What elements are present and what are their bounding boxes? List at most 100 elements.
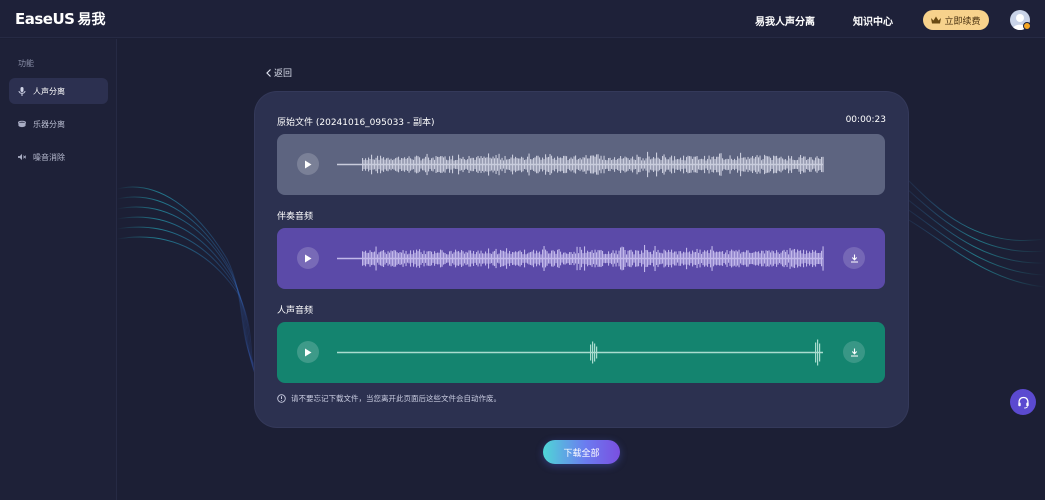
nav-link-vocal-separation[interactable]: 易我人声分离 — [755, 13, 815, 28]
waveform-bar — [681, 253, 683, 264]
waveform-bar — [549, 253, 551, 264]
waveform-bar — [623, 247, 625, 270]
waveform-bar — [543, 246, 545, 271]
waveform-bar — [737, 251, 739, 266]
waveform-bar — [575, 253, 577, 264]
waveform-bar — [768, 156, 770, 173]
waveform-bar — [767, 156, 769, 173]
waveform-bar — [809, 251, 811, 266]
waveform-bar — [795, 252, 797, 265]
waveform-bar — [587, 250, 589, 267]
waveform-bar — [507, 253, 509, 264]
waveform-bar — [495, 155, 497, 174]
waveform-bar — [786, 249, 788, 268]
waveform-bar — [734, 251, 736, 266]
waveform-bar — [627, 250, 629, 267]
waveform-bar — [479, 253, 481, 264]
waveform-bar — [740, 253, 742, 264]
waveform-bar — [771, 160, 773, 169]
waveform-bar — [531, 251, 533, 266]
waveform-bar — [588, 252, 590, 265]
vocals-download-button[interactable] — [843, 341, 865, 363]
logo[interactable]: EaseUS 易我 — [15, 10, 105, 28]
waveform-bar — [638, 156, 640, 173]
waveform-bar — [683, 251, 685, 266]
customer-support-button[interactable] — [1010, 389, 1036, 415]
waveform-bar — [756, 155, 758, 174]
waveform-bar — [807, 159, 809, 170]
accompaniment-download-button[interactable] — [843, 247, 865, 269]
waveform-bar — [548, 156, 550, 173]
waveform-bar — [399, 251, 401, 266]
waveform-bar — [555, 253, 557, 264]
waveform-bar — [455, 249, 457, 268]
waveform-bar — [758, 251, 760, 266]
waveform-bar — [368, 252, 370, 265]
waveform-bar — [597, 250, 599, 267]
waveform-bar — [713, 156, 715, 173]
waveform-bar — [603, 254, 605, 263]
play-icon — [305, 254, 312, 262]
waveform-bar — [612, 250, 614, 267]
waveform-bar — [501, 250, 503, 267]
vocals-waveform[interactable] — [337, 332, 825, 373]
waveform-bar — [633, 254, 635, 263]
waveform-bar — [632, 251, 634, 266]
waveform-bar — [752, 252, 754, 265]
waveform-bar — [411, 159, 413, 170]
waveform-bar — [728, 254, 730, 263]
waveform-bar — [620, 156, 622, 173]
waveform-bar — [438, 252, 440, 265]
waveform-bar — [468, 250, 470, 267]
waveform-bar — [387, 157, 389, 172]
sidebar-item-noise-removal[interactable]: 噪音消除 — [9, 144, 108, 170]
download-all-button[interactable]: 下载全部 — [543, 440, 620, 464]
waveform-bar — [485, 157, 487, 172]
waveform-bar — [513, 158, 515, 171]
waveform-bar — [659, 252, 661, 265]
waveform-bar — [770, 252, 772, 265]
waveform-bar — [492, 156, 494, 173]
waveform-bar — [774, 253, 776, 264]
waveform-bar — [567, 160, 569, 169]
renew-vip-button[interactable]: 立即续费 — [923, 10, 989, 30]
waveform-bar — [785, 251, 787, 266]
waveform-bar — [446, 254, 448, 263]
accompaniment-play-button[interactable] — [297, 247, 319, 269]
waveform-bar — [822, 156, 824, 173]
waveform-bar — [410, 158, 412, 171]
waveform-bar — [680, 157, 682, 172]
vocals-play-button[interactable] — [297, 341, 319, 363]
sidebar-item-instrument-separation[interactable]: 乐器分离 — [9, 111, 108, 137]
waveform-bar — [377, 155, 379, 174]
waveform-bar — [677, 159, 679, 170]
chevron-left-icon — [266, 68, 271, 77]
original-waveform[interactable] — [337, 144, 825, 185]
waveform-bar — [690, 253, 692, 264]
waveform-bar — [554, 157, 556, 172]
sidebar-heading: 功能 — [18, 59, 34, 68]
waveform-bar — [464, 253, 466, 264]
waveform-bar — [798, 157, 800, 172]
waveform-bar — [369, 250, 371, 267]
waveform-bar — [815, 342, 817, 363]
notice-text: 请不要忘记下载文件，当您离开此页面后这些文件会自动作废。 — [291, 394, 501, 403]
back-link[interactable]: 返回 — [266, 66, 292, 79]
download-icon — [850, 254, 858, 263]
waveform-bar — [606, 160, 608, 169]
sidebar-item-vocal-separation[interactable]: 人声分离 — [9, 78, 108, 104]
waveform-bar — [783, 159, 785, 170]
waveform-bar — [701, 253, 703, 264]
waveform-bar — [693, 156, 695, 173]
waveform-bar — [803, 249, 805, 268]
waveform-bar — [398, 156, 400, 173]
original-play-button[interactable] — [297, 153, 319, 175]
waveform-bar — [423, 158, 425, 171]
waveform-bar — [441, 156, 443, 173]
waveform-bar — [720, 251, 722, 266]
waveform-bar — [470, 250, 472, 267]
nav-link-knowledge-center[interactable]: 知识中心 — [853, 13, 893, 28]
accompaniment-waveform[interactable] — [337, 238, 825, 279]
waveform-bar — [500, 249, 502, 268]
waveform-bar — [399, 159, 401, 170]
